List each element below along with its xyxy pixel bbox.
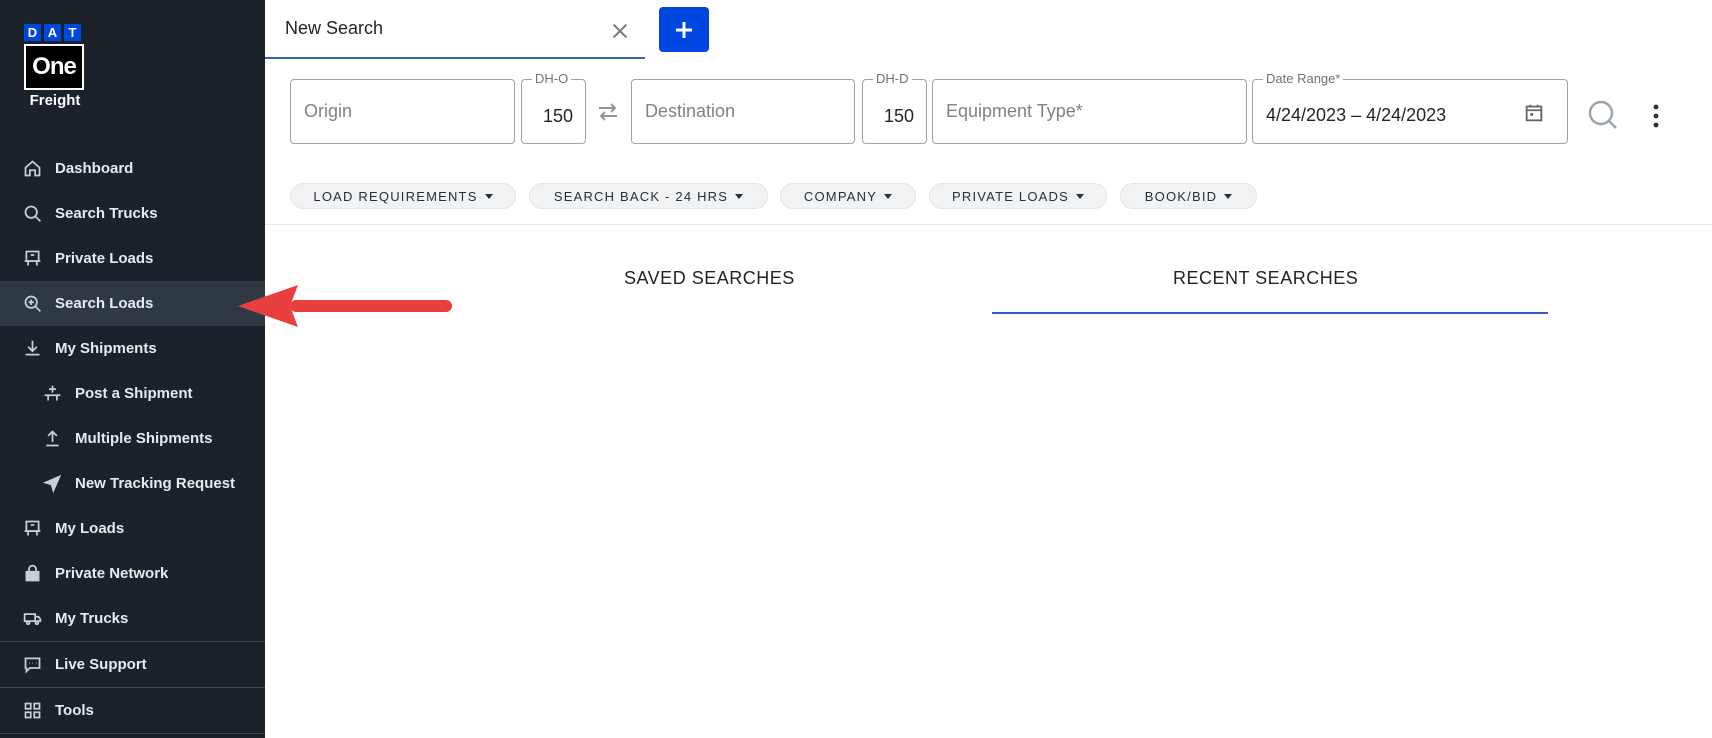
swap-origin-destination-icon[interactable] (595, 100, 621, 124)
load-board-icon (20, 247, 44, 271)
plus-icon (676, 21, 692, 38)
logo-letter-t: T (64, 24, 81, 41)
annotation-arrow (238, 285, 452, 327)
caret-down-icon (735, 193, 744, 199)
sidebar-item-my-loads[interactable]: My Loads (0, 506, 265, 551)
logo-freight: Freight (29, 92, 81, 109)
sidebar-item-label: Search Loads (55, 295, 154, 312)
chat-icon (20, 653, 44, 677)
post-icon (40, 382, 64, 406)
chip-label: PRIVATE LOADS (952, 188, 1069, 204)
caret-down-icon (1224, 193, 1233, 199)
search-tab-bar: New Search (265, 0, 1712, 59)
sidebar-item-new-tracking-request[interactable]: New Tracking Request (0, 461, 265, 506)
origin-input[interactable] (291, 80, 514, 143)
filter-company[interactable]: COMPANY (780, 183, 916, 209)
filter-book-bid[interactable]: BOOK/BID (1120, 183, 1257, 209)
dat-one-freight-logo[interactable]: D A T One Freight (24, 24, 86, 109)
search-icon (20, 202, 44, 226)
date-range-label: Date Range* (1263, 71, 1344, 86)
sidebar-item-label: My Shipments (55, 340, 157, 357)
sidebar-item-private-network[interactable]: Private Network (0, 551, 265, 596)
dh-d-field[interactable]: DH-D 150 (862, 71, 927, 144)
sidebar-item-label: Multiple Shipments (75, 430, 213, 447)
more-options-icon[interactable] (1652, 103, 1660, 129)
download-icon (20, 337, 44, 361)
sidebar-item-label: New Tracking Request (75, 475, 236, 492)
tab-title: New Search (285, 18, 384, 38)
chip-label: COMPANY (803, 188, 878, 204)
sidebar-item-label: Private Network (55, 565, 169, 582)
filter-load-requirements[interactable]: LOAD REQUIREMENTS (290, 183, 516, 209)
tab-recent-searches[interactable]: RECENT SEARCHES (1173, 268, 1358, 289)
sidebar-item-label: Private Loads (55, 250, 154, 267)
search-icon[interactable] (1587, 99, 1619, 131)
sidebar-nav: Dashboard Search Trucks Private Loads Se… (0, 146, 265, 734)
date-range-value[interactable]: 4/24/2023 – 4/24/2023 (1266, 105, 1446, 126)
equipment-type-field[interactable] (932, 79, 1247, 144)
grid-icon (20, 699, 44, 723)
dh-d-label: DH-D (873, 71, 912, 86)
equipment-type-input[interactable] (933, 80, 1246, 143)
sidebar-item-label: My Trucks (55, 610, 129, 627)
navigation-arrow-icon (40, 472, 64, 496)
sidebar-item-label: Live Support (55, 656, 147, 673)
sidebar-item-my-shipments[interactable]: My Shipments (0, 326, 265, 371)
sidebar-divider (0, 733, 265, 734)
tab-new-search[interactable]: New Search (265, 0, 645, 59)
chip-label: SEARCH BACK - 24 HRS (553, 188, 729, 204)
dat-letters: D A T (24, 24, 86, 41)
sidebar-item-multiple-shipments[interactable]: Multiple Shipments (0, 416, 265, 461)
sidebar-item-label: Tools (55, 702, 94, 719)
sidebar-item-label: Search Trucks (55, 205, 158, 222)
home-icon (20, 157, 44, 181)
calendar-icon[interactable] (1523, 102, 1545, 124)
chip-label: LOAD REQUIREMENTS (313, 188, 478, 204)
dh-o-value[interactable]: 150 (543, 106, 573, 127)
destination-input[interactable] (632, 80, 854, 143)
sidebar-item-search-loads[interactable]: Search Loads (0, 281, 265, 326)
section-divider (265, 224, 1712, 225)
logo-one: One (24, 44, 84, 90)
caret-down-icon (884, 193, 893, 199)
sidebar-item-search-trucks[interactable]: Search Trucks (0, 191, 265, 236)
sidebar-item-label: Dashboard (55, 160, 134, 177)
sidebar-item-label: My Loads (55, 520, 125, 537)
tab-saved-searches[interactable]: SAVED SEARCHES (624, 268, 795, 289)
load-board-icon (20, 517, 44, 541)
active-tab-indicator (992, 312, 1548, 314)
caret-down-icon (1075, 193, 1084, 199)
dh-o-field[interactable]: DH-O 150 (521, 71, 586, 144)
truck-icon (20, 607, 44, 631)
sidebar-item-live-support[interactable]: Live Support (0, 642, 265, 687)
add-search-tab-button[interactable] (659, 7, 709, 52)
date-range-field[interactable]: Date Range* 4/24/2023 – 4/24/2023 (1252, 71, 1568, 144)
dh-o-label: DH-O (532, 71, 572, 86)
destination-field[interactable] (631, 79, 855, 144)
sidebar-item-private-loads[interactable]: Private Loads (0, 236, 265, 281)
sidebar-item-my-trucks[interactable]: My Trucks (0, 596, 265, 641)
sidebar-item-label: Post a Shipment (75, 385, 193, 402)
sidebar-item-post-a-shipment[interactable]: Post a Shipment (0, 371, 265, 416)
sidebar-item-dashboard[interactable]: Dashboard (0, 146, 265, 191)
close-icon[interactable] (609, 20, 631, 42)
sidebar-item-tools[interactable]: Tools (0, 688, 265, 733)
caret-down-icon (484, 193, 493, 199)
origin-field[interactable] (290, 79, 515, 144)
sidebar: D A T One Freight Dashboard Search Truck… (0, 0, 265, 738)
filter-search-back[interactable]: SEARCH BACK - 24 HRS (529, 183, 768, 209)
logo-letter-a: A (44, 24, 61, 41)
dh-d-value[interactable]: 150 (884, 106, 914, 127)
search-plus-icon (20, 292, 44, 316)
lock-icon (20, 562, 44, 586)
logo-letter-d: D (24, 24, 41, 41)
filter-private-loads[interactable]: PRIVATE LOADS (929, 183, 1107, 209)
upload-icon (40, 427, 64, 451)
chip-label: BOOK/BID (1144, 188, 1218, 204)
